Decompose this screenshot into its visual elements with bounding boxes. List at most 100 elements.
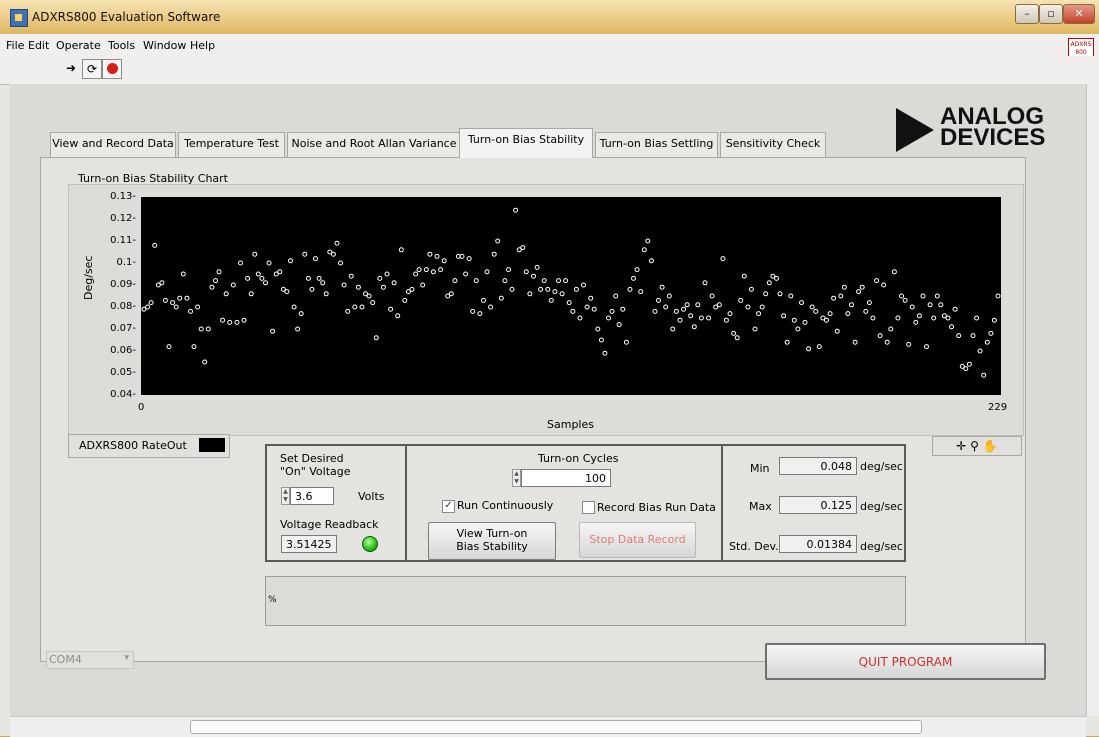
data-point [613, 293, 619, 299]
min-label: Min [750, 462, 770, 475]
data-point [548, 297, 554, 303]
data-point [305, 275, 311, 281]
data-point [906, 341, 912, 347]
data-point [895, 315, 901, 321]
scrollbar-thumb[interactable] [190, 720, 922, 734]
com-port-select[interactable]: COM4 ▾ [46, 651, 134, 669]
data-point [852, 339, 858, 345]
data-point [559, 291, 565, 297]
app-icon [10, 9, 28, 27]
quit-program-button[interactable]: QUIT PROGRAM [765, 643, 1046, 680]
data-point [209, 284, 215, 290]
menu-file[interactable]: File [6, 39, 24, 52]
data-point [370, 300, 376, 306]
horizontal-scrollbar[interactable] [10, 716, 1086, 737]
pan-hand-icon[interactable]: ✋ [983, 439, 998, 453]
data-point [545, 286, 551, 292]
legend-swatch-icon [199, 438, 225, 452]
data-point [756, 311, 762, 317]
data-point [609, 308, 615, 314]
data-point [152, 242, 158, 248]
menu-edit[interactable]: Edit [28, 39, 49, 52]
tab-turn-on-bias-settling[interactable]: Turn-on Bias Settling [595, 132, 718, 157]
plot-legend[interactable]: ADXRS800 RateOut [68, 434, 230, 458]
data-point [184, 295, 190, 301]
data-point [513, 207, 519, 213]
data-point [752, 326, 758, 332]
data-point [409, 286, 415, 292]
data-point [170, 300, 176, 306]
tab-noise-root-allan-variance[interactable]: Noise and Root Allan Variance [287, 132, 461, 157]
data-point [591, 306, 597, 312]
y-tick-label: 0.12- [110, 213, 136, 224]
record-bias-label: Record Bias Run Data [597, 501, 716, 514]
zoom-icon[interactable]: ⚲ [970, 439, 979, 453]
data-point [348, 273, 354, 279]
y-tick-label: 0.09- [110, 279, 136, 290]
data-point [366, 293, 372, 299]
data-point [666, 293, 672, 299]
maximize-button[interactable]: ▫ [1039, 4, 1063, 24]
tab-turn-on-bias-stability[interactable]: Turn-on Bias Stability [459, 128, 593, 158]
cursor-move-icon[interactable]: ✛ [956, 439, 966, 453]
tab-view-and-record-data[interactable]: View and Record Data [50, 132, 176, 157]
data-point [995, 293, 1001, 299]
data-point [945, 315, 951, 321]
max-label: Max [749, 500, 772, 513]
vertical-scrollbar[interactable] [1086, 84, 1099, 716]
menu-help[interactable]: Help [190, 39, 215, 52]
chevron-down-icon[interactable]: ▾ [124, 653, 129, 663]
data-point [716, 302, 722, 308]
data-point [495, 238, 501, 244]
data-point [191, 344, 197, 350]
data-point [359, 304, 365, 310]
y-tick-label: 0.06- [110, 345, 136, 356]
data-point [691, 324, 697, 330]
data-point [380, 284, 386, 290]
data-point [966, 361, 972, 367]
data-point [506, 267, 511, 273]
analog-devices-logo-icon [896, 108, 934, 152]
data-point [241, 317, 247, 323]
data-point [841, 284, 847, 290]
data-point [420, 282, 426, 288]
turn-on-cycles-input[interactable]: 100 [521, 469, 611, 487]
run-arrow-icon[interactable]: ➜ [62, 59, 80, 77]
data-point [384, 271, 390, 277]
set-voltage-input[interactable]: 3.6 [290, 487, 334, 505]
cycles-spinner[interactable]: ▲ ▼ [512, 469, 521, 487]
menu-operate[interactable]: Operate [56, 39, 101, 52]
close-button[interactable]: ✕ [1063, 4, 1095, 24]
data-point [670, 326, 676, 332]
abort-icon[interactable] [102, 59, 122, 79]
voltage-spinner[interactable]: ▲ ▼ [281, 487, 290, 505]
data-point [799, 300, 804, 306]
menu-bar: File Edit Operate Tools Window Help [0, 34, 1099, 56]
view-bias-stability-button[interactable]: View Turn-on Bias Stability [428, 522, 556, 560]
data-point [534, 264, 540, 270]
graph-palette[interactable]: ✛ ⚲ ✋ [932, 436, 1022, 456]
data-point [238, 260, 243, 266]
data-point [802, 319, 808, 325]
record-bias-checkbox[interactable] [582, 501, 595, 514]
data-point [413, 271, 419, 277]
turn-on-cycles-label: Turn-on Cycles [538, 452, 619, 465]
tab-sensitivity-check[interactable]: Sensitivity Check [720, 132, 826, 157]
run-continuously-label: Run Continuously [457, 499, 554, 512]
data-point [859, 284, 865, 290]
data-point [198, 326, 204, 332]
data-point [563, 278, 569, 284]
data-point [341, 282, 347, 288]
chart-plot-area[interactable] [141, 197, 1001, 395]
data-point [759, 304, 765, 310]
stop-data-record-button[interactable]: Stop Data Record [579, 522, 696, 558]
data-point [556, 278, 561, 284]
data-point [452, 278, 458, 284]
run-continuously-icon[interactable]: ⟳ [82, 59, 102, 79]
tab-temperature-test[interactable]: Temperature Test [178, 132, 285, 157]
menu-tools[interactable]: Tools [108, 39, 135, 52]
menu-window[interactable]: Window [143, 39, 186, 52]
run-continuously-checkbox[interactable]: ✓ [442, 500, 455, 513]
minimize-button[interactable]: – [1015, 4, 1039, 24]
data-point [856, 289, 862, 295]
